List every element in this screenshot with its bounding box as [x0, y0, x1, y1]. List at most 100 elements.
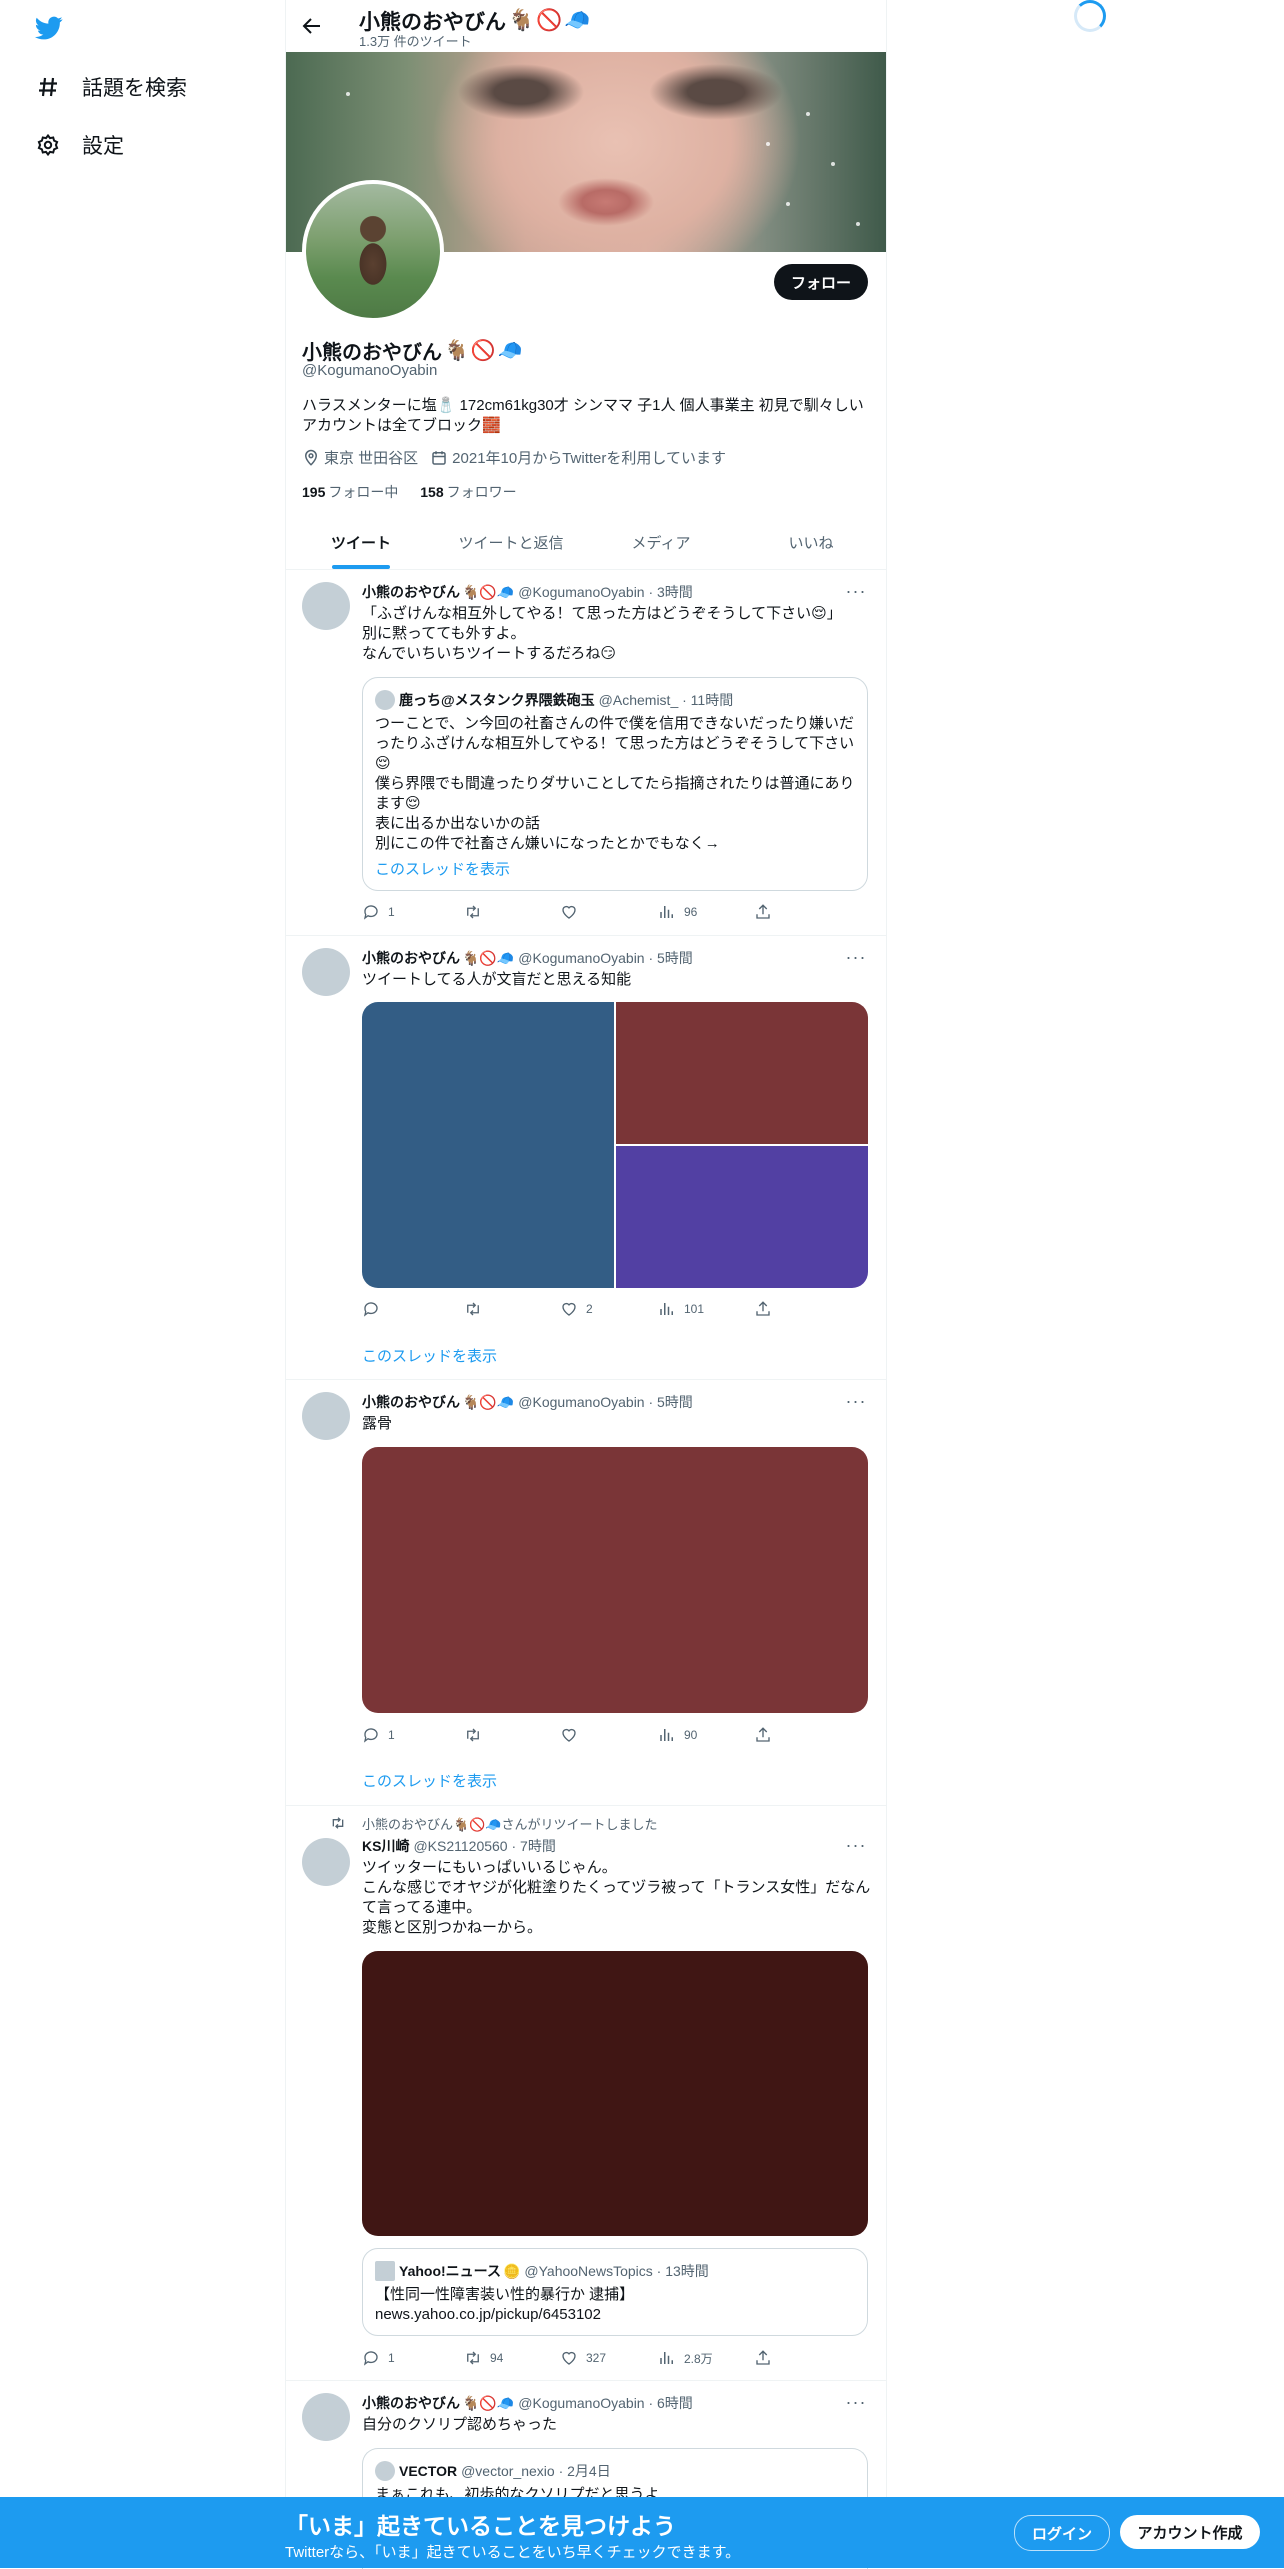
signup-button[interactable]: アカウント作成 — [1120, 2515, 1260, 2549]
avatar[interactable] — [302, 582, 350, 630]
quoted-tweet[interactable]: 鹿っち@メスタンク界隈鉄砲玉 @Achemist_ · 11時間 つーことで、ン… — [362, 677, 868, 891]
profile-location: 東京 世田谷区 — [302, 447, 418, 468]
sidebar-item-explore[interactable]: 話題を検索 — [34, 72, 187, 102]
login-button[interactable]: ログイン — [1014, 2515, 1110, 2551]
profile-bio: ハラスメンターに塩🧂 172cm61kg30才 シンママ 子1人 個人事業主 初… — [302, 397, 864, 434]
more-options-icon[interactable]: ··· — [844, 1392, 868, 1410]
share-button[interactable] — [754, 903, 780, 921]
tweet-item[interactable]: 小熊のおやびん🐐🚫🧢さんがリツイートしました KS川崎 @KS21120560 … — [286, 1806, 886, 2381]
tab-likes[interactable]: いいね — [736, 516, 886, 569]
active-tab-indicator — [332, 565, 390, 569]
twitter-logo-icon[interactable] — [33, 14, 65, 42]
like-button[interactable]: 2 — [560, 1300, 593, 1318]
sidebar-item-label: 話題を検索 — [82, 77, 187, 100]
reply-button[interactable]: 1 — [362, 1726, 395, 1744]
views-button[interactable]: 90 — [658, 1726, 697, 1744]
heart-icon — [562, 2351, 576, 2365]
profile-handle: @KogumanoOyabin — [302, 362, 438, 379]
reply-button[interactable] — [362, 1300, 388, 1318]
prohibited-emoji-icon: 🚫 — [536, 9, 563, 32]
retweet-button[interactable] — [464, 903, 490, 921]
more-options-icon[interactable]: ··· — [844, 1836, 868, 1854]
gear-icon — [34, 131, 62, 159]
avatar[interactable] — [302, 1392, 350, 1440]
follow-button[interactable]: フォロー — [774, 264, 868, 300]
views-chart-icon — [660, 906, 673, 918]
tweet-text: 「ふざけんな相互外してやる！て思った方はどうぞそうして下さい😌」 別に黙ってても… — [362, 605, 842, 662]
tab-media[interactable]: メディア — [586, 516, 736, 569]
avatar[interactable] — [302, 948, 350, 996]
media-image[interactable] — [362, 1002, 614, 1288]
tweet-item[interactable]: 小熊のおやびん 🐐🚫🧢 @KogumanoOyabin · 5時間 ··· 露骨… — [286, 1380, 886, 1806]
followers-link[interactable]: 158 フォロワー — [420, 484, 516, 500]
media-image[interactable] — [616, 1002, 868, 1144]
avatar[interactable] — [302, 1838, 350, 1886]
share-icon — [756, 904, 770, 919]
share-button[interactable] — [754, 1300, 780, 1318]
quoted-tweet-text: つーことで、ン今回の社畜さんの件で僕を信用できないだったり嫌いだったりふざけんな… — [375, 715, 855, 852]
verified-badge-icon: 🪙 — [502, 2262, 521, 2279]
retweet-button[interactable] — [464, 1300, 490, 1318]
reply-icon — [363, 1728, 378, 1743]
views-button[interactable]: 2.8万 — [658, 2349, 713, 2367]
goat-emoji-icon: 🐐 — [444, 340, 469, 362]
tweet-header: 小熊のおやびん 🐐🚫🧢 @KogumanoOyabin · 3時間 — [362, 583, 693, 601]
show-thread-link[interactable]: このスレッドを表示 — [362, 1345, 497, 1366]
reply-icon — [363, 2351, 378, 2366]
more-options-icon[interactable]: ··· — [844, 2393, 868, 2411]
heart-icon — [562, 905, 576, 919]
loading-spinner-icon — [1074, 0, 1106, 32]
tweet-header: 小熊のおやびん 🐐🚫🧢 @KogumanoOyabin · 6時間 — [362, 2394, 693, 2412]
profile-avatar[interactable] — [302, 180, 444, 322]
tweet-item[interactable]: 小熊のおやびん 🐐🚫🧢 @KogumanoOyabin · 5時間 ··· ツイ… — [286, 936, 886, 1380]
share-icon — [756, 1727, 770, 1742]
profile-meta: 東京 世田谷区 2021年10月からTwitterを利用しています — [302, 447, 738, 468]
share-icon — [756, 1301, 770, 1316]
tweet-actions: 1 94 327 2.8万 — [362, 2349, 782, 2369]
more-options-icon[interactable]: ··· — [844, 948, 868, 966]
heart-icon — [562, 1728, 576, 1742]
tweet-item[interactable]: 小熊のおやびん 🐐🚫🧢 @KogumanoOyabin · 3時間 ··· 「ふ… — [286, 570, 886, 936]
back-arrow-icon[interactable] — [300, 14, 324, 38]
tweet-text: 自分のクソリプ認めちゃった — [362, 2416, 558, 2433]
quoted-tweet-text: 【性同一性障害装い性的暴行か 逮捕】 news.yahoo.co.jp/pick… — [375, 2286, 635, 2323]
views-button[interactable]: 96 — [658, 903, 697, 921]
views-chart-icon — [660, 2352, 673, 2364]
main-column: 小熊のおやびん 🐐 🚫 🧢 1.3万 件のツイート フォロー 小熊のおやびん 🐐… — [285, 0, 887, 2569]
show-thread-link[interactable]: このスレッドを表示 — [375, 858, 510, 879]
show-thread-link[interactable]: このスレッドを表示 — [362, 1770, 497, 1791]
media-image[interactable] — [616, 1146, 868, 1288]
quoted-tweet-header: Yahoo!ニュース 🪙 @YahooNewsTopics · 13時間 — [375, 2261, 709, 2281]
media-image[interactable] — [362, 1951, 868, 2236]
like-button[interactable] — [560, 1726, 586, 1744]
share-button[interactable] — [754, 2349, 780, 2367]
retweet-icon — [467, 905, 479, 919]
share-button[interactable] — [754, 1726, 780, 1744]
retweeted-by-label[interactable]: 小熊のおやびん🐐🚫🧢さんがリツイートしました — [362, 1814, 658, 1833]
quoted-tweet[interactable]: Yahoo!ニュース 🪙 @YahooNewsTopics · 13時間 【性同… — [362, 2248, 868, 2336]
retweet-button[interactable] — [464, 1726, 490, 1744]
calendar-icon — [432, 450, 446, 465]
views-chart-icon — [660, 1729, 673, 1741]
retweet-button[interactable]: 94 — [464, 2349, 503, 2367]
views-button[interactable]: 101 — [658, 1300, 704, 1318]
hashtag-icon — [34, 73, 62, 101]
like-button[interactable] — [560, 903, 586, 921]
sidebar-item-settings[interactable]: 設定 — [34, 130, 124, 160]
like-button[interactable]: 327 — [560, 2349, 606, 2367]
quoted-tweet-header: 鹿っち@メスタンク界隈鉄砲玉 @Achemist_ · 11時間 — [375, 690, 733, 710]
following-link[interactable]: 195 フォロー中 — [302, 484, 398, 500]
signup-prompt-subtitle: Twitterなら、「いま」起きていることをいち早くチェックできます。 — [285, 2544, 741, 2561]
profile-name: 小熊のおやびん 🐐 🚫 🧢 — [302, 340, 523, 364]
sidebar-item-label: 設定 — [82, 135, 124, 158]
goat-emoji-icon: 🐐 — [508, 9, 535, 32]
more-options-icon[interactable]: ··· — [844, 582, 868, 600]
tweet-text: ツイートしてる人が文盲だと思える知能 — [362, 971, 632, 988]
media-image[interactable] — [362, 1447, 868, 1713]
reply-button[interactable]: 1 — [362, 2349, 395, 2367]
avatar[interactable] — [302, 2393, 350, 2441]
tab-tweets-and-replies[interactable]: ツイートと返信 — [436, 516, 586, 569]
reply-button[interactable]: 1 — [362, 903, 395, 921]
tab-tweets[interactable]: ツイート — [286, 516, 436, 569]
share-icon — [756, 2350, 770, 2365]
